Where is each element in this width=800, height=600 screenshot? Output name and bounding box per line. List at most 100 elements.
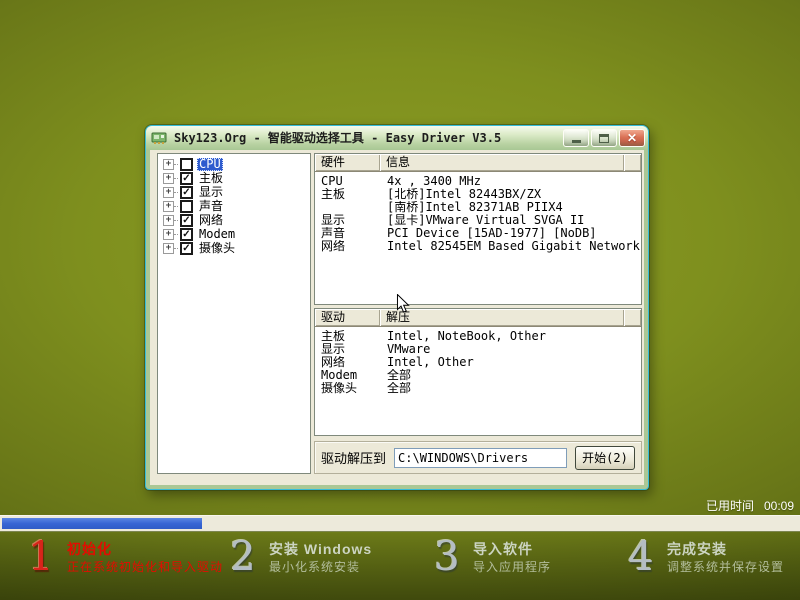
list-cell: [南桥]Intel 82371AB PIIX4 — [380, 201, 641, 214]
elapsed-time: 已用时间 00:09 — [706, 497, 794, 514]
device-checkbox[interactable]: ✓ — [180, 214, 193, 227]
tree-item[interactable]: + CPU — [163, 157, 310, 171]
list-row[interactable]: 显示[显卡]VMware Virtual SVGA II — [315, 214, 641, 227]
hardware-info-list: 硬件 信息 CPU4x , 3400 MHz主板[北桥]Intel 82443B… — [314, 153, 642, 305]
driver-column-header[interactable]: 驱动 — [315, 309, 380, 326]
list-row[interactable]: 声音PCI Device [15AD-1977] [NoDB] — [315, 227, 641, 240]
list-cell: Intel, NoteBook, Other — [380, 330, 641, 343]
step-text: 导入软件导入应用程序 — [473, 538, 551, 574]
device-checkbox[interactable]: ✓ — [180, 172, 193, 185]
elapsed-time-value: 00:09 — [764, 499, 794, 513]
mouse-cursor — [396, 294, 410, 315]
list-cell: 网络 — [315, 356, 380, 369]
expand-icon[interactable]: + — [163, 215, 174, 226]
header-filler — [624, 154, 641, 171]
device-label[interactable]: 主板 — [197, 172, 225, 185]
tree-connector — [174, 220, 178, 221]
extract-column-header[interactable]: 解压 — [380, 309, 624, 326]
list-cell: [显卡]VMware Virtual SVGA II — [380, 214, 641, 227]
install-step-2: 2安装 Windows最小化系统安装 — [226, 538, 372, 576]
window-titlebar[interactable]: Sky123.Org - 智能驱动选择工具 - Easy Driver V3.5… — [146, 126, 648, 150]
device-label[interactable]: 显示 — [197, 186, 225, 199]
tree-item[interactable]: + 声音 — [163, 199, 310, 213]
install-step-1: 1初始化正在系统初始化和导入驱动 — [24, 538, 223, 576]
desktop: Sky123.Org - 智能驱动选择工具 - Easy Driver V3.5… — [0, 0, 800, 600]
step-title: 初始化 — [67, 541, 223, 557]
list-row[interactable]: CPU4x , 3400 MHz — [315, 175, 641, 188]
extract-path-label: 驱动解压到 — [321, 448, 386, 467]
device-checkbox[interactable]: ✓ — [180, 242, 193, 255]
device-checkbox[interactable] — [180, 200, 193, 213]
device-label[interactable]: 网络 — [197, 214, 225, 227]
expand-icon[interactable]: + — [163, 243, 174, 254]
list-row[interactable]: [南桥]Intel 82371AB PIIX4 — [315, 201, 641, 214]
step-subtitle: 最小化系统安装 — [269, 560, 372, 574]
list-row[interactable]: 网络Intel, Other — [315, 356, 641, 369]
list-cell: [北桥]Intel 82443BX/ZX — [380, 188, 641, 201]
device-label[interactable]: 摄像头 — [197, 242, 237, 255]
list-cell: 摄像头 — [315, 382, 380, 395]
app-icon — [151, 131, 169, 145]
tree-item[interactable]: + ✓ 显示 — [163, 185, 310, 199]
start-button[interactable]: 开始(2) — [575, 446, 635, 470]
maximize-button[interactable] — [591, 129, 617, 147]
expand-icon[interactable]: + — [163, 159, 174, 170]
step-text: 安装 Windows 最小化系统安装 — [269, 538, 372, 574]
progress-fill — [2, 518, 202, 529]
step-subtitle: 正在系统初始化和导入驱动 — [67, 560, 223, 574]
device-tree: + CPU + ✓ 主板 + ✓ 显示 + 声音 + ✓ 网络 + ✓ Modem + ✓ 摄像头 — [157, 153, 311, 474]
step-number: 4 — [624, 538, 658, 576]
step-number: 1 — [24, 538, 58, 576]
device-label[interactable]: CPU — [197, 158, 223, 171]
tree-item[interactable]: + ✓ 摄像头 — [163, 241, 310, 255]
driver-extract-list: 驱动 解压 主板Intel, NoteBook, Other显示VMware网络… — [314, 308, 642, 436]
tree-connector — [174, 248, 178, 249]
expand-icon[interactable]: + — [163, 201, 174, 212]
device-label[interactable]: 声音 — [197, 200, 225, 213]
install-step-3: 3导入软件导入应用程序 — [430, 538, 551, 576]
step-text: 初始化正在系统初始化和导入驱动 — [67, 538, 223, 574]
list-cell: 网络 — [315, 240, 380, 253]
maximize-icon — [599, 134, 609, 143]
step-title: 安装 Windows — [269, 541, 372, 557]
tree-item[interactable]: + ✓ 主板 — [163, 171, 310, 185]
list-row[interactable]: 主板Intel, NoteBook, Other — [315, 330, 641, 343]
close-button[interactable]: ✕ — [619, 129, 645, 147]
list-cell: Intel 82545EM Based Gigabit Network ... — [380, 240, 641, 253]
minimize-icon — [572, 140, 581, 143]
install-step-4: 4完成安装调整系统并保存设置 — [624, 538, 784, 576]
minimize-button[interactable] — [563, 129, 589, 147]
extract-path-input[interactable] — [394, 448, 567, 468]
device-checkbox[interactable] — [180, 158, 193, 171]
list-row[interactable]: 主板[北桥]Intel 82443BX/ZX — [315, 188, 641, 201]
list-row[interactable]: Modem全部 — [315, 369, 641, 382]
list-cell: 全部 — [380, 382, 641, 395]
list-row[interactable]: 网络Intel 82545EM Based Gigabit Network ..… — [315, 240, 641, 253]
device-checkbox[interactable]: ✓ — [180, 186, 193, 199]
list-cell: 4x , 3400 MHz — [380, 175, 641, 188]
list-row[interactable]: 显示VMware — [315, 343, 641, 356]
hardware-column-header[interactable]: 硬件 — [315, 154, 380, 171]
tree-item[interactable]: + ✓ 网络 — [163, 213, 310, 227]
list-cell: Modem — [315, 369, 380, 382]
expand-icon[interactable]: + — [163, 173, 174, 184]
device-checkbox[interactable]: ✓ — [180, 228, 193, 241]
step-text: 完成安装调整系统并保存设置 — [667, 538, 784, 574]
hardware-list-header: 硬件 信息 — [315, 154, 641, 172]
list-row[interactable]: 摄像头全部 — [315, 382, 641, 395]
device-label[interactable]: Modem — [197, 228, 237, 241]
expand-icon[interactable]: + — [163, 187, 174, 198]
header-filler — [624, 309, 641, 326]
elapsed-time-label: 已用时间 — [706, 499, 754, 513]
window-title: Sky123.Org - 智能驱动选择工具 - Easy Driver V3.5 — [174, 131, 558, 145]
expand-icon[interactable]: + — [163, 229, 174, 240]
step-subtitle: 导入应用程序 — [473, 560, 551, 574]
list-cell: CPU — [315, 175, 380, 188]
step-title: 完成安装 — [667, 541, 784, 557]
tree-item[interactable]: + ✓ Modem — [163, 227, 310, 241]
tree-connector — [174, 164, 178, 165]
tree-connector — [174, 234, 178, 235]
tree-connector — [174, 192, 178, 193]
info-column-header[interactable]: 信息 — [380, 154, 624, 171]
tree-connector — [174, 178, 178, 179]
